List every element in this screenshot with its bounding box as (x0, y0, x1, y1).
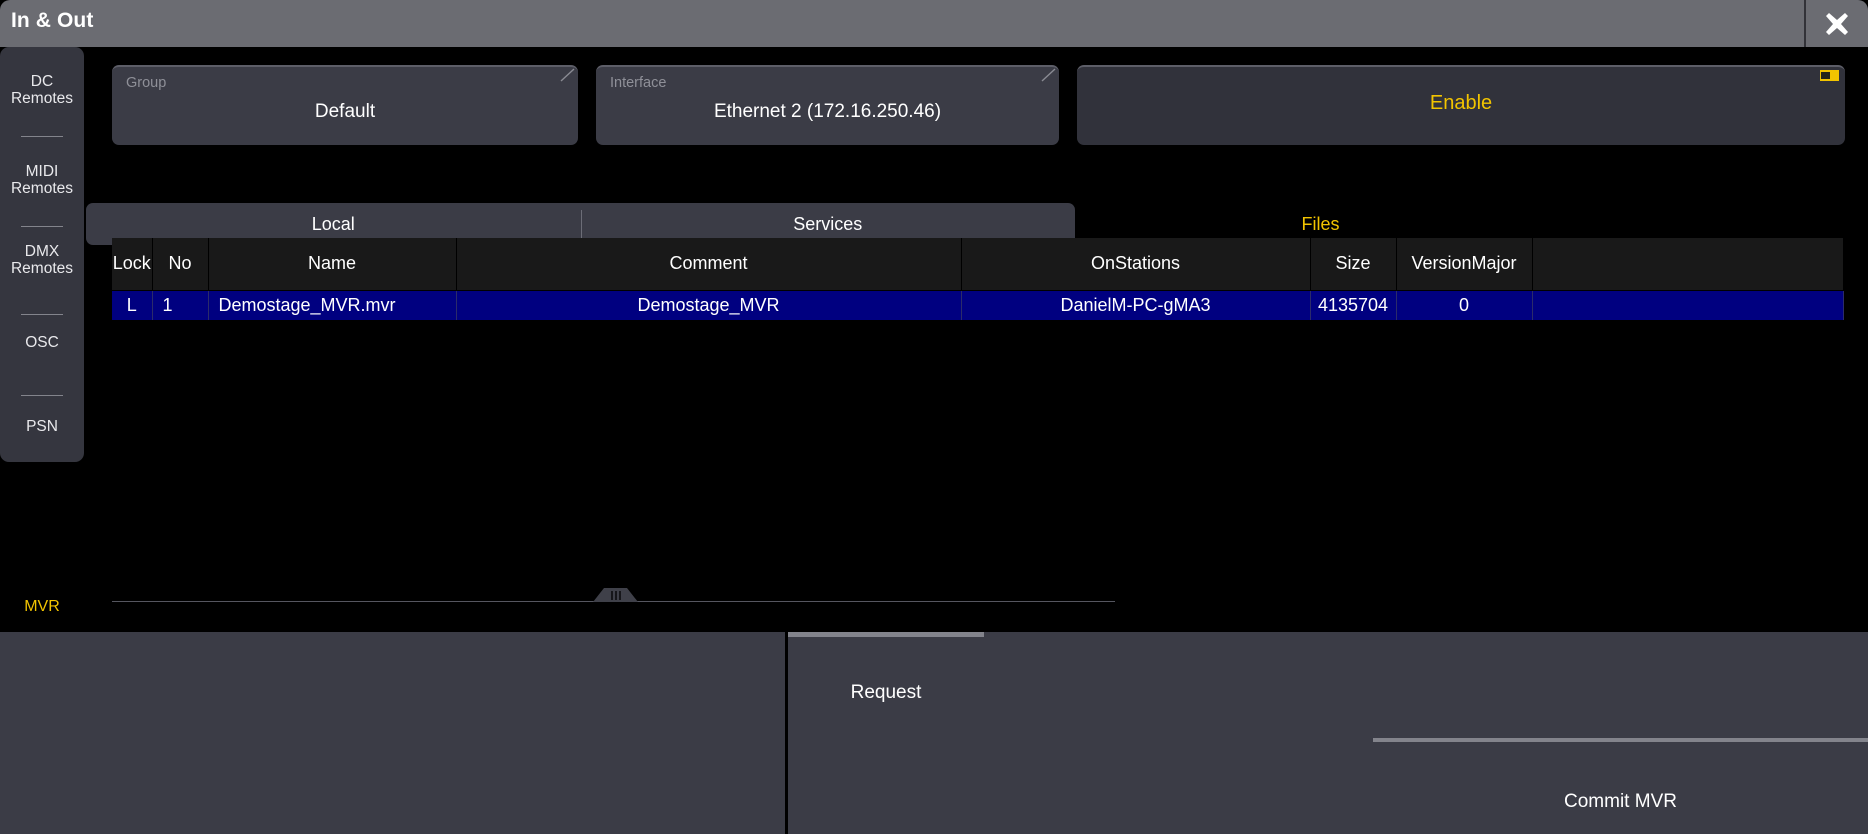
column-header-extra[interactable] (1532, 238, 1843, 290)
cell-onstations: DanielM-PC-gMA3 (961, 290, 1310, 320)
cell-lock: L (112, 290, 152, 320)
sidebar-divider-2 (21, 226, 63, 227)
resize-corner-icon (1041, 68, 1057, 82)
cell-extra (1532, 290, 1843, 320)
cell-size: 4135704 (1310, 290, 1396, 320)
sidebar: DC Remotes MIDI Remotes DMX Remotes OSC … (0, 47, 84, 462)
sidebar-item-osc-label: OSC (0, 334, 84, 351)
group-selector-label: Group (126, 75, 166, 91)
column-header-name[interactable]: Name (208, 238, 456, 290)
window-titlebar: In & Out (0, 0, 1868, 47)
close-x-icon (1823, 10, 1851, 38)
enable-button-label: Enable (1077, 92, 1845, 115)
sidebar-divider-1 (21, 136, 63, 137)
sidebar-item-psn[interactable]: PSN (0, 418, 84, 435)
group-selector-value: Default (112, 101, 578, 123)
column-header-onstations[interactable]: OnStations (961, 238, 1310, 290)
group-selector[interactable]: Group Default (112, 65, 578, 145)
enable-button[interactable]: Enable (1077, 65, 1845, 145)
column-header-versionmajor[interactable]: VersionMajor (1396, 238, 1532, 290)
toggle-indicator-icon[interactable] (1820, 70, 1839, 81)
sidebar-item-midi-remotes-line1: MIDI (0, 163, 84, 180)
table-row[interactable]: L 1 Demostage_MVR.mvr Demostage_MVR Dani… (112, 290, 1843, 320)
column-header-no[interactable]: No (152, 238, 208, 290)
sidebar-item-dmx-remotes[interactable]: DMX Remotes (0, 243, 84, 277)
sidebar-item-dc-remotes-line2: Remotes (0, 90, 84, 107)
sidebar-item-dmx-remotes-line1: DMX (0, 243, 84, 260)
request-button[interactable]: Request (788, 632, 984, 834)
files-table: Lock No Name Comment OnStations Size Ver… (112, 238, 1843, 590)
commit-mvr-button-highlight (1373, 738, 1868, 742)
sidebar-item-midi-remotes-line2: Remotes (0, 180, 84, 197)
sidebar-item-mvr-label: MVR (24, 598, 60, 615)
interface-selector-value: Ethernet 2 (172.16.250.46) (596, 101, 1059, 123)
tab-services-label: Services (793, 214, 862, 235)
commit-mvr-button-label: Commit MVR (1373, 791, 1868, 813)
sidebar-item-dc-remotes-line1: DC (0, 73, 84, 90)
cell-versionmajor: 0 (1396, 290, 1532, 320)
interface-selector-label: Interface (610, 75, 666, 91)
cell-comment: Demostage_MVR (456, 290, 961, 320)
commit-mvr-button[interactable]: Commit MVR (1373, 738, 1868, 834)
sidebar-item-dmx-remotes-line2: Remotes (0, 260, 84, 277)
sidebar-divider-3 (21, 314, 63, 315)
sidebar-item-osc[interactable]: OSC (0, 334, 84, 351)
tab-local-label: Local (312, 214, 355, 235)
sidebar-item-dc-remotes[interactable]: DC Remotes (0, 73, 84, 107)
table-header-row: Lock No Name Comment OnStations Size Ver… (112, 238, 1843, 290)
window-title: In & Out (11, 9, 93, 33)
interface-selector[interactable]: Interface Ethernet 2 (172.16.250.46) (596, 65, 1059, 145)
column-header-lock[interactable]: Lock (112, 238, 152, 290)
cell-no: 1 (152, 290, 208, 320)
sidebar-item-psn-label: PSN (0, 418, 84, 435)
resize-corner-icon (560, 68, 576, 82)
panel-resize-grip[interactable] (593, 588, 638, 602)
sidebar-divider-4 (21, 395, 63, 396)
request-button-label: Request (788, 682, 984, 704)
cell-name: Demostage_MVR.mvr (208, 290, 456, 320)
sidebar-item-midi-remotes[interactable]: MIDI Remotes (0, 163, 84, 197)
close-button[interactable] (1806, 0, 1868, 47)
sidebar-item-mvr[interactable]: MVR (0, 598, 84, 616)
files-tab-label: Files (1301, 214, 1339, 235)
in-and-out-window: In & Out DC Remotes MIDI Remotes DMX Rem… (0, 0, 1868, 834)
column-header-size[interactable]: Size (1310, 238, 1396, 290)
column-header-comment[interactable]: Comment (456, 238, 961, 290)
request-button-highlight (788, 632, 984, 637)
